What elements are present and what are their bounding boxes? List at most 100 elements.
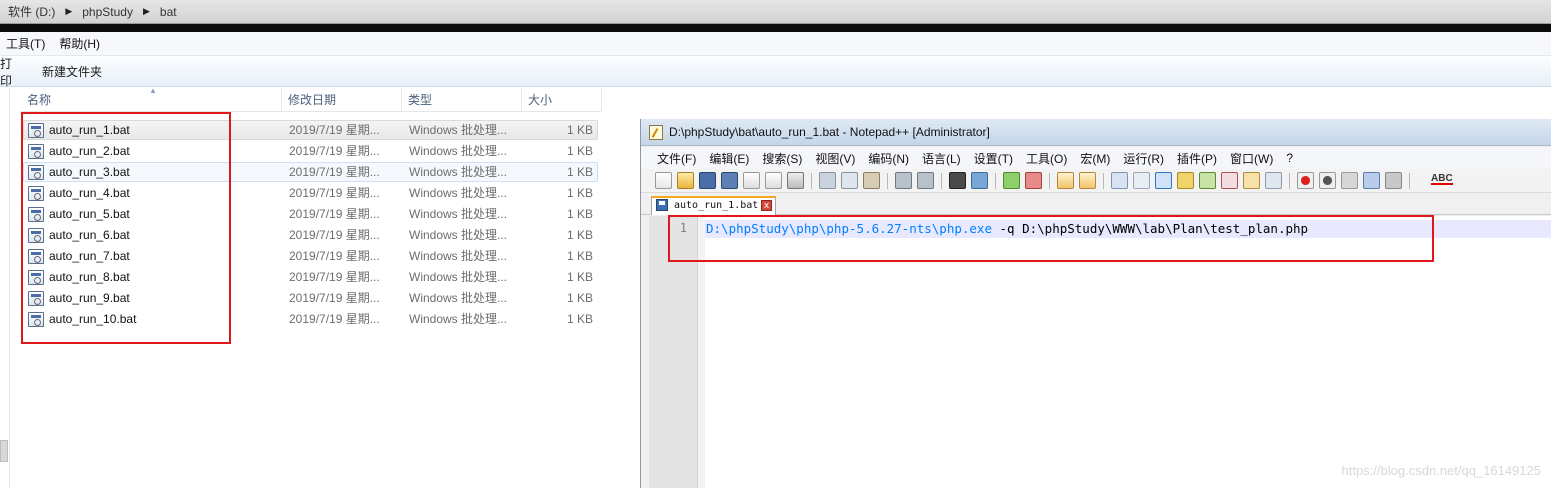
file-type: Windows 批处理... (409, 123, 508, 137)
menu-help[interactable]: 帮助(H) (53, 35, 108, 52)
file-type: Windows 批处理... (409, 312, 508, 326)
file-type: Windows 批处理... (409, 291, 508, 305)
close-all-icon[interactable] (765, 172, 782, 189)
file-modified-date: 2019/7/19 星期... (289, 165, 380, 179)
file-size: 1 KB (566, 165, 593, 179)
annotation-highlight-box (21, 112, 231, 344)
column-type[interactable]: 类型 (402, 88, 522, 112)
column-modified-date[interactable]: 修改日期 (282, 88, 402, 112)
save-all-icon[interactable] (721, 172, 738, 189)
window-divider (0, 24, 1551, 32)
record-macro-icon[interactable] (1297, 172, 1314, 189)
open-file-icon[interactable] (677, 172, 694, 189)
notepadpp-tab-bar: auto_run_1.bat x (641, 194, 1551, 215)
zoom-out-icon[interactable] (1025, 172, 1042, 189)
function-list-icon[interactable] (1221, 172, 1238, 189)
menu-encoding[interactable]: 编码(N) (862, 150, 916, 167)
file-type: Windows 批处理... (409, 207, 508, 221)
undo-icon[interactable] (895, 172, 912, 189)
breadcrumb-separator-icon[interactable]: ▶ (137, 6, 156, 17)
column-size[interactable]: 大小 (522, 88, 602, 112)
word-wrap-icon[interactable] (1111, 172, 1128, 189)
play-macro-icon[interactable] (1341, 172, 1358, 189)
nav-pane-scrollbar[interactable] (0, 440, 8, 462)
menu-macro[interactable]: 宏(M) (1074, 150, 1117, 167)
new-folder-button[interactable]: 新建文件夹 (42, 63, 102, 80)
file-modified-date: 2019/7/19 星期... (289, 270, 380, 284)
sync-horizontal-icon[interactable] (1079, 172, 1096, 189)
cut-icon[interactable] (819, 172, 836, 189)
zoom-in-icon[interactable] (1003, 172, 1020, 189)
spellcheck-icon[interactable]: ABC (1431, 173, 1453, 185)
menu-run[interactable]: 运行(R) (1117, 150, 1171, 167)
menu-view[interactable]: 视图(V) (809, 150, 862, 167)
notepadpp-app-icon (649, 124, 663, 140)
save-icon[interactable] (699, 172, 716, 189)
navigation-pane[interactable] (0, 88, 10, 488)
doc-map-icon[interactable] (1199, 172, 1216, 189)
user-language-icon[interactable] (1177, 172, 1194, 189)
window-title: D:\phpStudy\bat\auto_run_1.bat - Notepad… (669, 125, 990, 139)
stop-macro-icon[interactable] (1319, 172, 1336, 189)
file-type: Windows 批处理... (409, 249, 508, 263)
breadcrumb-bat[interactable]: bat (156, 5, 181, 19)
run-macro-multiple-icon[interactable] (1363, 172, 1380, 189)
watermark: https://blog.csdn.net/qq_16149125 (1341, 463, 1542, 478)
file-modified-date: 2019/7/19 星期... (289, 228, 380, 242)
tab-label: auto_run_1.bat (674, 200, 759, 211)
menu-settings[interactable]: 设置(T) (968, 150, 1020, 167)
indent-guide-icon[interactable] (1155, 172, 1172, 189)
explorer-command-bar: 打印 新建文件夹 (0, 57, 1551, 88)
file-type: Windows 批处理... (409, 144, 508, 158)
save-macro-icon[interactable] (1385, 172, 1402, 189)
menu-edit[interactable]: 编辑(E) (703, 150, 756, 167)
menu-plugins[interactable]: 插件(P) (1171, 150, 1224, 167)
file-modified-date: 2019/7/19 星期... (289, 312, 380, 326)
print-button[interactable]: 打印 (0, 57, 12, 88)
file-type: Windows 批处理... (409, 228, 508, 242)
notepadpp-window: D:\phpStudy\bat\auto_run_1.bat - Notepad… (640, 119, 1551, 488)
file-modified-date: 2019/7/19 星期... (289, 123, 380, 137)
file-modified-date: 2019/7/19 星期... (289, 291, 380, 305)
notepadpp-title-bar[interactable]: D:\phpStudy\bat\auto_run_1.bat - Notepad… (641, 119, 1551, 146)
file-size: 1 KB (566, 228, 593, 242)
menu-file[interactable]: 文件(F) (651, 150, 703, 167)
replace-icon[interactable] (971, 172, 988, 189)
file-type: Windows 批处理... (409, 186, 508, 200)
file-size: 1 KB (566, 123, 593, 137)
monitoring-icon[interactable] (1265, 172, 1282, 189)
breadcrumb-drive[interactable]: 软件 (D:) (4, 3, 59, 20)
show-all-chars-icon[interactable] (1133, 172, 1150, 189)
address-bar[interactable]: 软件 (D:) ▶ phpStudy ▶ bat (0, 0, 1551, 24)
folder-workspace-icon[interactable] (1243, 172, 1260, 189)
file-type: Windows 批处理... (409, 270, 508, 284)
breadcrumb-separator-icon[interactable]: ▶ (59, 6, 78, 17)
notepadpp-toolbar: ABC (641, 169, 1551, 193)
toolbar-separator (941, 173, 942, 189)
annotation-highlight-box (668, 215, 1434, 262)
column-name[interactable]: 名称 (21, 88, 282, 112)
redo-icon[interactable] (917, 172, 934, 189)
menu-help[interactable]: ? (1280, 151, 1300, 165)
menu-search[interactable]: 搜索(S) (756, 150, 809, 167)
tab-auto-run-1[interactable]: auto_run_1.bat x (651, 196, 776, 215)
paste-icon[interactable] (863, 172, 880, 189)
close-tab-icon[interactable]: x (761, 200, 772, 211)
print-icon[interactable] (787, 172, 804, 189)
close-file-icon[interactable] (743, 172, 760, 189)
file-size: 1 KB (566, 207, 593, 221)
toolbar-separator (887, 173, 888, 189)
file-modified-date: 2019/7/19 星期... (289, 249, 380, 263)
menu-tools[interactable]: 工具(T) (0, 35, 53, 52)
menu-tools[interactable]: 工具(O) (1020, 150, 1074, 167)
sync-vertical-icon[interactable] (1057, 172, 1074, 189)
file-size: 1 KB (566, 270, 593, 284)
find-icon[interactable] (949, 172, 966, 189)
file-size: 1 KB (566, 144, 593, 158)
copy-icon[interactable] (841, 172, 858, 189)
new-file-icon[interactable] (655, 172, 672, 189)
menu-window[interactable]: 窗口(W) (1224, 150, 1280, 167)
breadcrumb-phpstudy[interactable]: phpStudy (78, 5, 137, 19)
explorer-menu-bar: 工具(T) 帮助(H) (0, 32, 1551, 56)
menu-language[interactable]: 语言(L) (916, 150, 968, 167)
